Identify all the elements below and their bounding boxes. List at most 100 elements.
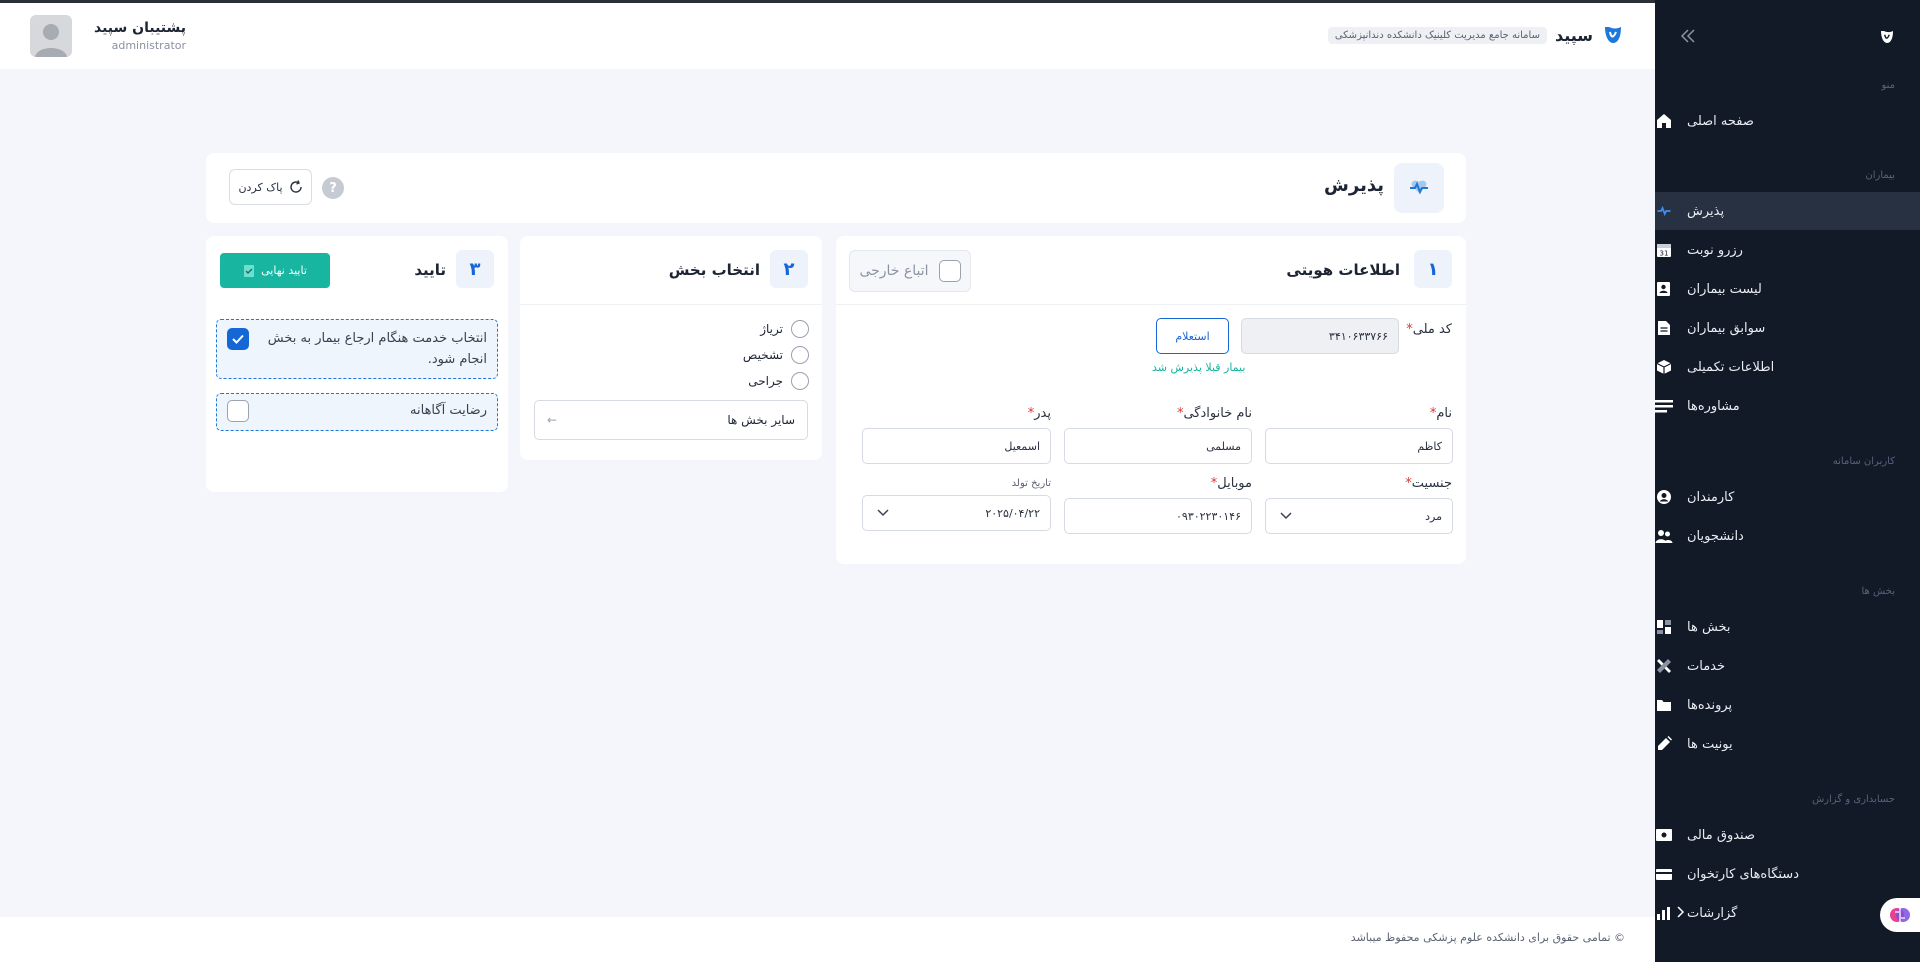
footer: © تمامی حقوق برای دانشکده علوم پزشکی محف… xyxy=(0,917,1655,962)
sidebar-section-departments: بخش ها xyxy=(1861,586,1896,597)
sidebar-item-patient-history[interactable]: سوابق بیماران xyxy=(1655,309,1920,347)
sidebar-item-label: سوابق بیماران xyxy=(1687,320,1766,336)
foreign-national-toggle[interactable]: اتباع خارجی xyxy=(849,250,971,292)
sidebar-item-students[interactable]: دانشجویان xyxy=(1655,517,1920,555)
section-divider xyxy=(520,304,822,305)
users-icon xyxy=(1655,527,1673,545)
sidebar-section-system-users: کاربران سامانه xyxy=(1832,456,1895,467)
birth-date-select[interactable]: ۲۰۲۵/۰۴/۲۲ xyxy=(862,495,1051,531)
clear-button-label: پاک کردن xyxy=(238,180,283,194)
informed-consent-checkbox[interactable] xyxy=(227,400,249,422)
step-number-2: ۲ xyxy=(770,250,808,288)
brand-name: سپید xyxy=(1554,25,1593,45)
sidebar-item-services[interactable]: خدمات xyxy=(1655,647,1920,685)
sidebar-item-extra-info[interactable]: اطلاعات تکمیلی xyxy=(1655,348,1920,386)
floating-assistant-button[interactable] xyxy=(1880,898,1920,932)
sidebar-item-sections[interactable]: بخش ها xyxy=(1655,608,1920,646)
gender-value: مرد xyxy=(1425,509,1442,523)
heartbeat-icon xyxy=(1655,202,1673,220)
help-button[interactable]: ? xyxy=(322,177,344,199)
first-name-label: *نام xyxy=(1429,406,1452,421)
birth-date-label: تاریخ تولد xyxy=(1011,478,1051,489)
sidebar-item-label: رزرو نوبت xyxy=(1687,242,1743,258)
radio-label: جراحی xyxy=(748,374,783,388)
sidebar-item-card-readers[interactable]: دستگاه‌های کارتخوان xyxy=(1655,855,1920,893)
radio-option-triage[interactable]: تریاژ xyxy=(760,320,809,338)
user-profile[interactable]: پشتیبان سپید administrator xyxy=(30,15,186,57)
sidebar-item-label: پذیرش xyxy=(1687,203,1725,219)
sidebar-item-staff[interactable]: کارمندان xyxy=(1655,478,1920,516)
brand[interactable]: سپید سامانه جامع مدیریت کلینیک دانشکده د… xyxy=(1327,23,1625,47)
national-code-label: *کد ملی xyxy=(1406,322,1452,337)
sidebar-item-consultations[interactable]: مشاوره‌ها xyxy=(1655,387,1920,425)
brand-subtitle: سامانه جامع مدیریت کلینیک دانشکده دندانپ… xyxy=(1327,26,1547,44)
mobile-input[interactable]: ۰۹۳۰۲۲۳۰۱۴۶ xyxy=(1064,498,1252,534)
national-code-input[interactable]: ۳۴۱۰۶۳۳۷۶۶ xyxy=(1241,318,1399,354)
step-number-1: ۱ xyxy=(1414,250,1452,288)
lines-icon xyxy=(1655,397,1673,415)
last-name-input[interactable]: مسلمی xyxy=(1064,428,1252,464)
radio-surgery[interactable] xyxy=(791,372,809,390)
sidebar-item-patient-list[interactable]: لیست بیماران xyxy=(1655,270,1920,308)
sidebar-item-home[interactable]: صفحه اصلی xyxy=(1655,102,1920,140)
tools-icon xyxy=(1655,657,1673,675)
sidebar-item-label: بخش ها xyxy=(1687,619,1731,635)
final-confirm-button[interactable]: تایید نهایی xyxy=(220,253,330,288)
identity-title: اطلاعات هویتی xyxy=(1286,261,1400,279)
sidebar-item-label: لیست بیماران xyxy=(1687,281,1762,297)
informed-consent-option[interactable]: رضایت آگاهانه xyxy=(216,393,498,431)
clear-button[interactable]: پاک کردن xyxy=(229,169,312,205)
sidebar-item-label: گزارشات xyxy=(1687,905,1738,921)
sidebar-item-reservation[interactable]: 31 رزرو نوبت xyxy=(1655,231,1920,269)
sidebar: منو صفحه اصلی بیماران پذیرش 31 رزرو نوبت… xyxy=(1655,0,1920,962)
card-icon xyxy=(1655,865,1673,883)
inquiry-button[interactable]: استعلام xyxy=(1156,318,1229,354)
cube-icon xyxy=(1655,358,1673,376)
footer-copyright: © تمامی حقوق برای دانشکده علوم پزشکی محف… xyxy=(1350,931,1625,944)
sidebar-item-cashbox[interactable]: صندوق مالی xyxy=(1655,816,1920,854)
sidebar-item-label: پرونده‌ها xyxy=(1687,697,1733,713)
sidebar-item-units[interactable]: یونیت ها xyxy=(1655,725,1920,763)
sidebar-item-label: اطلاعات تکمیلی xyxy=(1687,359,1775,375)
other-sections-select[interactable]: سایر بخش ها ← xyxy=(534,400,808,440)
user-name: پشتیبان سپید xyxy=(94,20,187,36)
chevron-right-icon[interactable] xyxy=(1677,906,1685,922)
sidebar-logo-icon[interactable] xyxy=(1874,24,1900,50)
service-on-referral-checkbox[interactable] xyxy=(227,328,249,350)
section-select-title: انتخاب بخش xyxy=(668,261,760,279)
gender-select[interactable]: مرد xyxy=(1265,498,1453,534)
chevron-down-icon xyxy=(1280,509,1292,523)
foreign-national-checkbox[interactable] xyxy=(938,260,961,282)
sidebar-section-menu: منو xyxy=(1881,80,1895,91)
radio-triage[interactable] xyxy=(791,320,809,338)
heartbeat-icon xyxy=(1394,163,1444,213)
collapse-sidebar-icon[interactable] xyxy=(1676,24,1700,48)
service-on-referral-option[interactable]: انتخاب خدمت هنگام ارجاع بیمار به بخش انج… xyxy=(216,319,498,379)
radio-option-diagnosis[interactable]: تشخیص xyxy=(743,346,809,364)
mobile-label: *موبایل xyxy=(1210,476,1252,491)
radio-diagnosis[interactable] xyxy=(791,346,809,364)
brand-logo-icon xyxy=(1605,27,1621,43)
father-name-input[interactable]: اسمعیل xyxy=(862,428,1051,464)
contacts-icon xyxy=(1655,280,1673,298)
sidebar-item-label: صفحه اصلی xyxy=(1687,113,1754,129)
dashboard-icon xyxy=(1655,618,1673,636)
calendar-icon: 31 xyxy=(1655,241,1673,259)
sidebar-item-label: صندوق مالی xyxy=(1687,827,1756,843)
radio-label: تریاژ xyxy=(760,322,783,336)
sidebar-item-label: مشاوره‌ها xyxy=(1687,398,1740,414)
document-check-icon xyxy=(244,264,255,277)
chevron-down-icon xyxy=(877,506,889,520)
sidebar-item-files[interactable]: پرونده‌ها xyxy=(1655,686,1920,724)
sidebar-item-admission[interactable]: پذیرش xyxy=(1655,192,1920,230)
father-name-label: *پدر xyxy=(1027,406,1051,421)
first-name-input[interactable]: کاظم xyxy=(1265,428,1453,464)
sidebar-section-accounting: حسابداری و گزارش xyxy=(1812,794,1895,805)
radio-option-surgery[interactable]: جراحی xyxy=(748,372,809,390)
sidebar-section-patients: بیماران xyxy=(1865,170,1895,181)
home-icon xyxy=(1655,112,1673,130)
document-icon xyxy=(1655,319,1673,337)
avatar[interactable] xyxy=(30,15,72,57)
sidebar-item-label: دانشجویان xyxy=(1687,528,1744,544)
foreign-national-label: اتباع خارجی xyxy=(859,263,929,279)
